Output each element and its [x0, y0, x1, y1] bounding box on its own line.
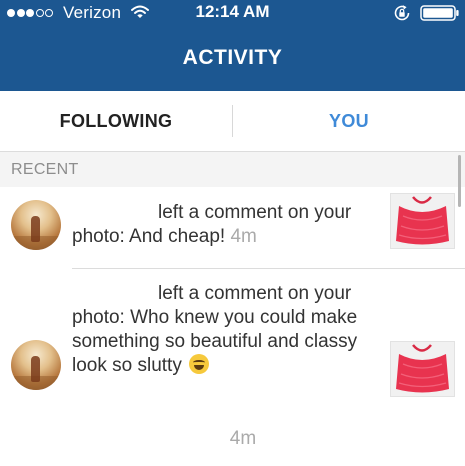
section-label: RECENT	[11, 161, 79, 178]
activity-item[interactable]: left a comment on your photo: And cheap!…	[0, 193, 465, 267]
activity-message: left a comment on your photo: Who knew y…	[72, 282, 372, 378]
tab-following[interactable]: FOLLOWING	[0, 91, 232, 151]
photo-thumbnail[interactable]	[390, 341, 455, 397]
rotation-lock-icon	[394, 5, 410, 21]
app-header: Verizon 12:14 AM ACTIVITY	[0, 0, 465, 91]
battery-icon	[420, 5, 459, 21]
comment-text: left a comment on your photo: And cheap!	[72, 202, 352, 247]
activity-time: 4m	[230, 226, 257, 247]
activity-time: 4m	[229, 428, 257, 449]
tab-you[interactable]: YOU	[233, 91, 465, 151]
page-title: ACTIVITY	[182, 46, 283, 69]
comment-text: left a comment on your photo: Who knew y…	[72, 283, 358, 376]
photo-thumbnail[interactable]	[390, 193, 455, 249]
section-header: RECENT	[0, 152, 465, 187]
activity-tabs: FOLLOWING YOU	[0, 91, 465, 152]
avatar[interactable]	[11, 200, 61, 250]
status-bar: Verizon 12:14 AM	[0, 0, 465, 26]
laughing-emoji-icon	[189, 354, 210, 374]
avatar[interactable]	[11, 340, 61, 390]
activity-message: left a comment on your photo: And cheap!…	[72, 201, 372, 249]
item-divider	[72, 268, 465, 269]
